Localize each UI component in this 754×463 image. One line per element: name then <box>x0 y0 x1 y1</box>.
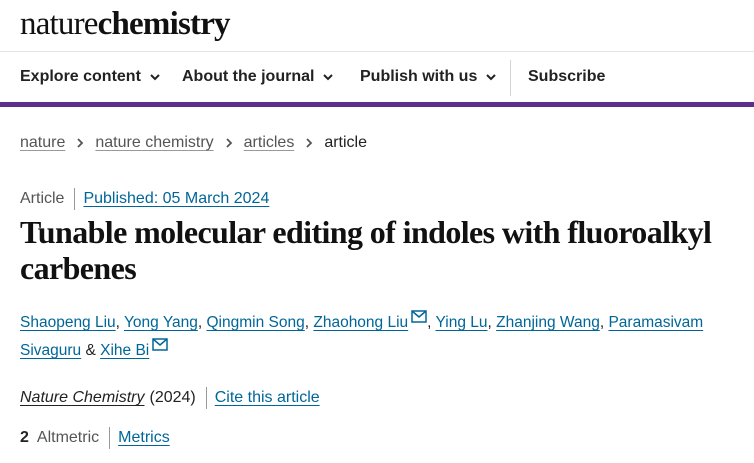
breadcrumb-current: article <box>324 134 368 151</box>
author-link[interactable]: Shaopeng Liu <box>20 314 116 331</box>
author-separator-last: & <box>81 342 101 359</box>
breadcrumb: nature nature chemistry articles article <box>20 132 367 154</box>
author-link[interactable]: Zhanjing Wang <box>496 314 600 331</box>
author-separator: , <box>197 314 207 331</box>
chevron-right-icon <box>306 138 313 148</box>
nav-publish-with-us[interactable]: Publish with us <box>360 52 497 102</box>
nav-explore-content-label: Explore content <box>20 68 141 85</box>
nav-about-journal-label: About the journal <box>182 68 315 85</box>
chevron-down-icon <box>323 74 334 81</box>
metrics-divider <box>109 427 111 449</box>
meta-divider <box>74 188 76 210</box>
citation-divider <box>205 387 207 409</box>
breadcrumb-nature-chemistry[interactable]: nature chemistry <box>95 134 213 152</box>
author-link[interactable]: Qingmin Song <box>207 314 305 331</box>
main-nav: Explore content About the journal Publis… <box>0 52 754 107</box>
article-metrics: 2 Altmetric Metrics <box>20 427 170 449</box>
chevron-down-icon <box>486 74 497 81</box>
article-title: Tunable molecular editing of indoles wit… <box>20 214 712 286</box>
envelope-icon[interactable] <box>152 338 169 351</box>
site-logo[interactable]: naturechemistry <box>20 4 231 44</box>
nav-publish-with-us-label: Publish with us <box>360 68 478 85</box>
envelope-icon[interactable] <box>411 310 427 323</box>
chevron-right-icon <box>77 138 84 148</box>
author-separator: , <box>115 314 125 331</box>
nav-about-journal[interactable]: About the journal <box>182 52 334 102</box>
chevron-down-icon <box>150 74 160 81</box>
cite-article-link[interactable]: Cite this article <box>215 389 320 407</box>
author-separator: , <box>427 314 436 331</box>
article-type: Article <box>20 190 65 207</box>
logo-nature: nature <box>20 6 98 42</box>
author-link[interactable]: Zhaohong Liu <box>313 314 408 331</box>
author-list: Shaopeng Liu, Yong Yang, Qingmin Song, Z… <box>20 309 740 365</box>
author-link[interactable]: Ying Lu <box>436 314 488 331</box>
nav-subscribe-label: Subscribe <box>528 68 606 85</box>
author-link[interactable]: Yong Yang <box>124 314 198 331</box>
journal-name-link[interactable]: Nature Chemistry <box>20 389 144 407</box>
nav-explore-content[interactable]: Explore content <box>20 52 161 102</box>
publication-year: (2024) <box>149 389 196 406</box>
author-link[interactable]: Xihe Bi <box>100 342 149 359</box>
published-date-link[interactable]: Published: 05 March 2024 <box>83 190 269 208</box>
logo-chemistry: chemistry <box>97 6 231 42</box>
altmetric-count: 2 <box>20 429 29 446</box>
author-separator: , <box>487 314 497 331</box>
chevron-right-icon <box>226 138 232 148</box>
nav-subscribe[interactable]: Subscribe <box>528 52 605 102</box>
nav-divider <box>510 60 511 96</box>
altmetric-label: Altmetric <box>36 429 100 446</box>
article-meta: Article Published: 05 March 2024 <box>20 188 269 210</box>
breadcrumb-articles[interactable]: articles <box>244 134 295 152</box>
breadcrumb-nature[interactable]: nature <box>20 134 65 152</box>
masthead: naturechemistry <box>0 0 754 52</box>
metrics-link[interactable]: Metrics <box>118 429 170 447</box>
journal-citation: Nature Chemistry (2024) Cite this articl… <box>20 387 320 409</box>
